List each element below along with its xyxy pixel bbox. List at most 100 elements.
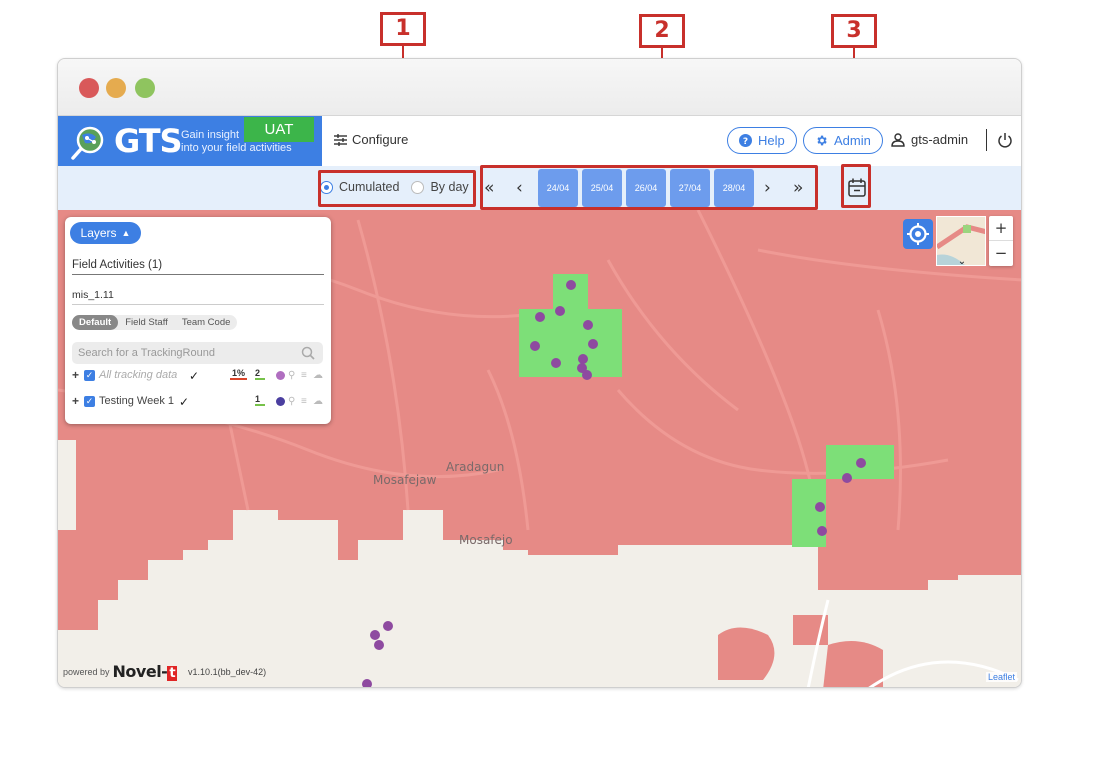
tracking-point: [551, 358, 561, 368]
maximize-window-button[interactable]: [135, 78, 155, 98]
chip-team-code[interactable]: Team Code: [175, 315, 238, 330]
map-view[interactable]: Aradagun Mosafejaw Mosafejo Layers ▲ Fie…: [58, 210, 1021, 687]
chevron-down-icon: ⌄: [958, 256, 966, 266]
minimap[interactable]: ⌄: [936, 216, 986, 266]
zoom-control: + −: [989, 216, 1013, 266]
close-window-button[interactable]: [79, 78, 99, 98]
by-day-label[interactable]: By day: [430, 180, 468, 194]
tracking-point: [856, 458, 866, 468]
layer-name: Testing Week 1: [99, 395, 175, 407]
layers-panel: Layers ▲ Field Activities (1) mis_1.11 D…: [65, 217, 331, 424]
help-button[interactable]: ? Help: [727, 127, 797, 154]
callout-2: 2: [639, 14, 685, 48]
layer-color-swatch[interactable]: [276, 397, 285, 406]
brand-name: GTS: [114, 122, 183, 160]
tracking-point: [842, 473, 852, 483]
globe-magnifier-icon: [71, 126, 104, 160]
user-menu[interactable]: gts-admin: [891, 132, 968, 147]
cumulated-radio[interactable]: [320, 180, 333, 194]
filter-icon[interactable]: ≡: [301, 396, 307, 407]
powered-by-footer: powered by Novel-t v1.10.1(bb_dev-42): [63, 662, 266, 681]
gear-icon: [817, 135, 827, 146]
configure-button[interactable]: Configure: [334, 132, 408, 147]
svg-text:?: ?: [743, 137, 748, 147]
callout-3: 3: [831, 14, 877, 48]
date-button[interactable]: 28/04: [714, 169, 754, 207]
next-day-button[interactable]: ›: [764, 178, 771, 198]
place-label-mosafejo: Mosafejo: [459, 533, 513, 547]
search-placeholder: Search for a TrackingRound: [78, 347, 215, 359]
layer-checkbox[interactable]: ✓: [84, 396, 95, 407]
visited-cell: [792, 479, 826, 547]
layer-color-swatch[interactable]: [276, 371, 285, 380]
date-button[interactable]: 24/04: [538, 169, 578, 207]
layer-count: 2: [255, 368, 266, 380]
layer-percent: 1%: [230, 368, 248, 380]
cloud-download-icon[interactable]: ☁: [313, 370, 323, 381]
calendar-icon[interactable]: [848, 178, 866, 197]
sliders-icon: [334, 133, 347, 146]
activity-select[interactable]: mis_1.11: [72, 289, 324, 305]
filter-icon[interactable]: ≡: [301, 370, 307, 381]
place-label-aradagun: Aradagun: [446, 460, 505, 474]
by-day-radio[interactable]: [411, 180, 425, 194]
tracking-point: [582, 370, 592, 380]
expand-icon[interactable]: +: [72, 394, 79, 408]
app-header: GTS Gain insight into your field activit…: [58, 116, 1021, 166]
date-button[interactable]: 25/04: [582, 169, 622, 207]
layers-toggle-button[interactable]: Layers ▲: [70, 222, 141, 244]
cumulated-label[interactable]: Cumulated: [339, 180, 399, 194]
admin-button[interactable]: Admin: [803, 127, 883, 154]
date-toolbar: Cumulated By day « ‹ 24/04 25/04 26/04 2…: [58, 166, 1021, 210]
tracking-point: [535, 312, 545, 322]
chip-field-staff[interactable]: Field Staff: [118, 315, 175, 330]
last-page-button[interactable]: »: [793, 178, 803, 198]
tagline-line-2: into your field activities: [181, 142, 292, 154]
layer-name: All tracking data: [99, 369, 178, 381]
vendor-logo[interactable]: Novel-t: [113, 662, 178, 681]
zoom-out-button[interactable]: −: [989, 241, 1013, 266]
help-icon: ?: [739, 134, 752, 147]
tracking-point: [817, 526, 827, 536]
crosshair-icon: [907, 223, 929, 245]
mode-selector: Cumulated By day: [320, 180, 469, 194]
tracking-point: [374, 640, 384, 650]
callout-1: 1: [380, 12, 426, 46]
date-button[interactable]: 27/04: [670, 169, 710, 207]
date-button[interactable]: 26/04: [626, 169, 666, 207]
brand-banner[interactable]: GTS Gain insight into your field activit…: [58, 116, 322, 166]
checkmark-icon: ✓: [189, 369, 200, 383]
tracking-point: [578, 354, 588, 364]
leaflet-attribution-link[interactable]: Leaflet: [985, 672, 1017, 682]
field-activities-select[interactable]: Field Activities (1): [72, 259, 324, 275]
env-badge: UAT: [244, 117, 314, 142]
cloud-download-icon[interactable]: ☁: [313, 396, 323, 407]
search-icon[interactable]: [301, 346, 315, 360]
tracking-point: [370, 630, 380, 640]
locate-button[interactable]: [903, 219, 933, 249]
power-icon[interactable]: [997, 131, 1013, 149]
layer-checkbox[interactable]: ✓: [84, 370, 95, 381]
tracking-point: [815, 502, 825, 512]
minimize-window-button[interactable]: [106, 78, 126, 98]
group-by-chips: Default Field Staff Team Code: [72, 315, 238, 330]
first-page-button[interactable]: «: [484, 178, 494, 198]
tracking-point: [383, 621, 393, 631]
zoom-in-button[interactable]: +: [989, 216, 1013, 241]
previous-day-button[interactable]: ‹: [516, 178, 523, 198]
visited-cell: [553, 274, 588, 309]
chip-default[interactable]: Default: [72, 315, 119, 330]
tracking-round-search[interactable]: Search for a TrackingRound: [72, 342, 323, 364]
powered-by-label: powered by: [63, 666, 110, 677]
expand-icon[interactable]: +: [72, 368, 79, 382]
vendor-name: Novel-: [112, 662, 168, 681]
vendor-mark: t: [167, 666, 178, 681]
zoom-to-layer-icon[interactable]: ⚲: [288, 370, 295, 381]
tracking-point: [555, 306, 565, 316]
place-label-mosafejaw: Mosafejaw: [373, 473, 437, 487]
zoom-to-layer-icon[interactable]: ⚲: [288, 396, 295, 407]
configure-label: Configure: [352, 132, 409, 147]
tracking-point: [588, 339, 598, 349]
minimap-thumbnail: ⌄: [937, 217, 985, 266]
tracking-point: [530, 341, 540, 351]
